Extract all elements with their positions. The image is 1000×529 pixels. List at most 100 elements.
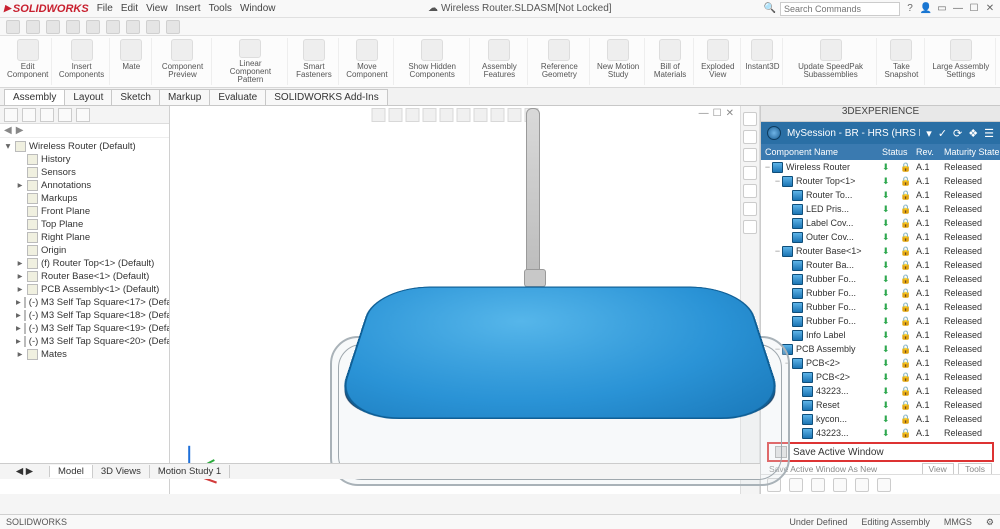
qat-redo-icon[interactable] [106,20,120,34]
tree-node[interactable]: ▸Annotations [2,179,167,192]
ribbon-linear-component-pattern[interactable]: Linear Component Pattern [214,38,287,85]
tree-node[interactable]: Sensors [2,166,167,179]
tag-icon[interactable]: ❖ [968,127,978,140]
search-commands-input[interactable] [780,2,900,16]
component-row[interactable]: Rubber Fo...⬇🔒A.1Released [761,300,1000,314]
component-row[interactable]: Reset⬇🔒A.1Released [761,398,1000,412]
ribbon-reference-geometry[interactable]: Reference Geometry [530,38,590,85]
zoom-fit-icon[interactable] [372,108,386,122]
ribbon-assembly-features[interactable]: Assembly Features [472,38,528,85]
doc-min-icon[interactable]: — [699,108,709,119]
3dx-tool5-icon[interactable] [855,478,869,492]
component-row[interactable]: Label Cov...⬇🔒A.1Released [761,216,1000,230]
ribbon-insert-components[interactable]: Insert Components [54,38,109,85]
bottom-tab-model[interactable]: Model [50,465,93,478]
close-icon[interactable]: ✕ [984,3,996,15]
taskpane-design-icon[interactable] [743,148,757,162]
refresh-icon[interactable]: ⟳ [953,127,962,140]
maximize-icon[interactable]: ☐ [968,3,980,15]
component-row[interactable]: 43223...⬇🔒A.1Released [761,384,1000,398]
ribbon-mate[interactable]: Mate [112,38,152,85]
tree-node[interactable]: Front Plane [2,205,167,218]
save-active-window-button[interactable]: Save Active Window [767,442,994,462]
minimize-icon[interactable]: — [952,3,964,15]
nav-fwd-icon[interactable]: ▶ [16,125,24,136]
ft-tab-property-icon[interactable] [22,108,36,122]
component-row[interactable]: 43223...⬇🔒A.1Released [761,426,1000,440]
tree-node[interactable]: ▸Router Base<1> (Default) [2,270,167,283]
menu-window[interactable]: Window [240,3,276,14]
tree-node[interactable]: ▾Wireless Router (Default) [2,140,167,153]
qat-rebuild-icon[interactable] [126,20,140,34]
3dx-tool3-icon[interactable] [811,478,825,492]
view-orient-icon[interactable] [440,108,454,122]
ribbon-update-speedpak-subassemblies[interactable]: Update SpeedPak Subassemblies [785,38,877,85]
ft-tab-dim-icon[interactable] [58,108,72,122]
section-view-icon[interactable] [423,108,437,122]
tree-node[interactable]: Top Plane [2,218,167,231]
nav-back-icon[interactable]: ◀ [4,125,12,136]
component-row[interactable]: kycon...⬇🔒A.1Released [761,412,1000,426]
tab-layout[interactable]: Layout [64,89,112,105]
ribbon-take-snapshot[interactable]: Take Snapshot [879,38,924,85]
bottom-tab-motion-study-1[interactable]: Motion Study 1 [150,465,230,478]
ribbon-component-preview[interactable]: Component Preview [154,38,212,85]
prev-view-icon[interactable] [406,108,420,122]
qat-undo-icon[interactable] [86,20,100,34]
menu-tools[interactable]: Tools [209,3,232,14]
check-icon[interactable]: ✓ [938,127,947,140]
session-bar[interactable]: MySession - BR - HRS (HRS PRE (R11... ▾ … [761,122,1000,144]
scene-icon[interactable] [508,108,522,122]
tree-node[interactable]: ▸(-) M3 Self Tap Square<20> (Default) [2,335,167,348]
display-style-icon[interactable] [457,108,471,122]
3dx-tool2-icon[interactable] [789,478,803,492]
component-row[interactable]: −Router Base<1>⬇🔒A.1Released [761,244,1000,258]
qat-options-icon[interactable] [146,20,160,34]
component-row[interactable]: LED Pris...⬇🔒A.1Released [761,202,1000,216]
tree-node[interactable]: Origin [2,244,167,257]
component-row[interactable]: Router Ba...⬇🔒A.1Released [761,258,1000,272]
taskpane-view-icon[interactable] [743,166,757,180]
tree-node[interactable]: ▸(-) M3 Self Tap Square<19> (Default) [2,322,167,335]
tree-node[interactable]: Markups [2,192,167,205]
ribbon-move-component[interactable]: Move Component [341,38,393,85]
menu-view[interactable]: View [146,3,168,14]
graphics-viewport[interactable]: — ☐ ✕ [170,106,740,494]
qat-open-icon[interactable] [26,20,40,34]
component-row[interactable]: Rubber Fo...⬇🔒A.1Released [761,286,1000,300]
status-units[interactable]: MMGS [944,517,972,528]
taskpane-appearance-icon[interactable] [743,184,757,198]
taskpane-home-icon[interactable] [743,112,757,126]
tab-solidworks-add-ins[interactable]: SOLIDWORKS Add-Ins [265,89,387,105]
tree-node[interactable]: ▸PCB Assembly<1> (Default) [2,283,167,296]
tree-node[interactable]: History [2,153,167,166]
tree-node[interactable]: ▸(f) Router Top<1> (Default) [2,257,167,270]
restore-icon[interactable]: ▭ [936,3,948,15]
tree-node[interactable]: ▸(-) M3 Self Tap Square<17> (Default) [2,296,167,309]
zoom-area-icon[interactable] [389,108,403,122]
menu-insert[interactable]: Insert [176,3,201,14]
tree-node[interactable]: ▸(-) M3 Self Tap Square<18> (Default) [2,309,167,322]
chevron-down-icon[interactable]: ▾ [926,127,932,140]
ribbon-smart-fasteners[interactable]: Smart Fasteners [290,38,340,85]
component-row[interactable]: −PCB<2>⬇🔒A.1Released [761,356,1000,370]
ft-tab-feature-icon[interactable] [4,108,18,122]
ribbon-large-assembly-settings[interactable]: Large Assembly Settings [927,38,996,85]
menu-file[interactable]: File [97,3,113,14]
component-row[interactable]: PCB<2>⬇🔒A.1Released [761,370,1000,384]
ribbon-instant3d[interactable]: Instant3D [743,38,783,85]
ribbon-new-motion-study[interactable]: New Motion Study [592,38,646,85]
qat-print-icon[interactable] [66,20,80,34]
component-row[interactable]: Info Label⬇🔒A.1Released [761,328,1000,342]
appearance-icon[interactable] [491,108,505,122]
ribbon-bill-of-materials[interactable]: Bill of Materials [647,38,693,85]
component-row[interactable]: −PCB Assembly⬇🔒A.1Released [761,342,1000,356]
tree-node[interactable]: ▸Mates [2,348,167,361]
doc-close-icon[interactable]: ✕ [726,108,734,119]
tab-markup[interactable]: Markup [159,89,210,105]
menu-edit[interactable]: Edit [121,3,138,14]
3dx-tool6-icon[interactable] [877,478,891,492]
tab-evaluate[interactable]: Evaluate [209,89,266,105]
qat-new-icon[interactable] [6,20,20,34]
tab-assembly[interactable]: Assembly [4,89,65,105]
